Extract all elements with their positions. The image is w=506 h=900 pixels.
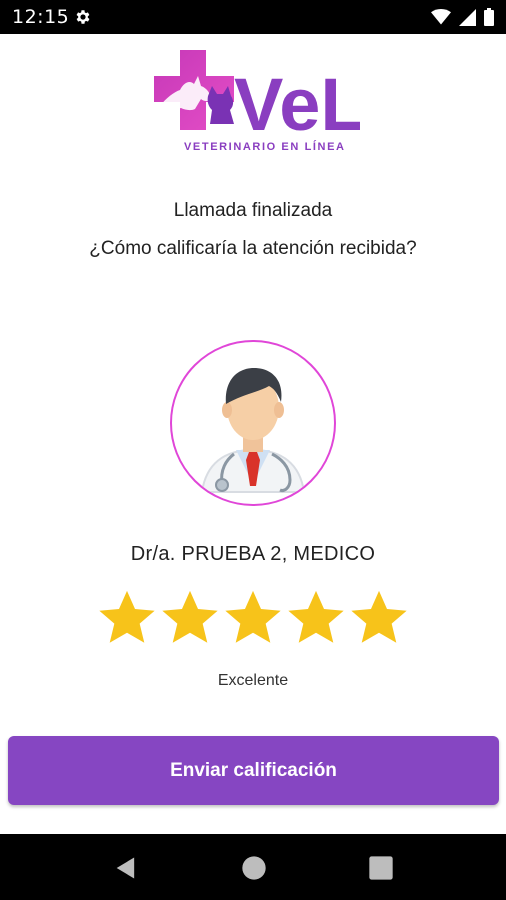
system-navigation-bar: [0, 834, 506, 900]
brand-tagline: VETERINARIO EN LÍNEA: [184, 141, 346, 153]
star-rating: [96, 587, 410, 651]
star-icon-1[interactable]: [96, 587, 158, 649]
doctor-icon: [200, 368, 306, 493]
status-icons: [431, 8, 494, 26]
status-bar: 12:15: [0, 0, 506, 34]
doctor-name: Dr/a. PRUEBA 2, MEDICO: [130, 543, 376, 565]
home-icon[interactable]: [240, 854, 268, 882]
rating-label: Excelente: [217, 672, 289, 689]
doctor-avatar: [170, 340, 336, 506]
gear-icon: [76, 10, 90, 24]
rating-question: ¿Cómo calificaría la atención recibida?: [89, 238, 417, 259]
signal-icon: [459, 8, 476, 26]
star-icon-2[interactable]: [159, 587, 221, 649]
star-icon-5[interactable]: [348, 587, 410, 649]
submit-rating-button[interactable]: Enviar calificación: [8, 736, 499, 805]
star-icon-4[interactable]: [285, 587, 347, 649]
back-icon[interactable]: [112, 854, 140, 882]
recents-icon[interactable]: [367, 854, 395, 882]
star-icon-3[interactable]: [222, 587, 284, 649]
battery-icon: [484, 8, 494, 26]
call-ended-title: Llamada finalizada: [173, 200, 333, 221]
wifi-icon: [431, 9, 451, 25]
status-time: 12:15: [12, 6, 70, 28]
brand-name: VeL: [234, 63, 360, 146]
